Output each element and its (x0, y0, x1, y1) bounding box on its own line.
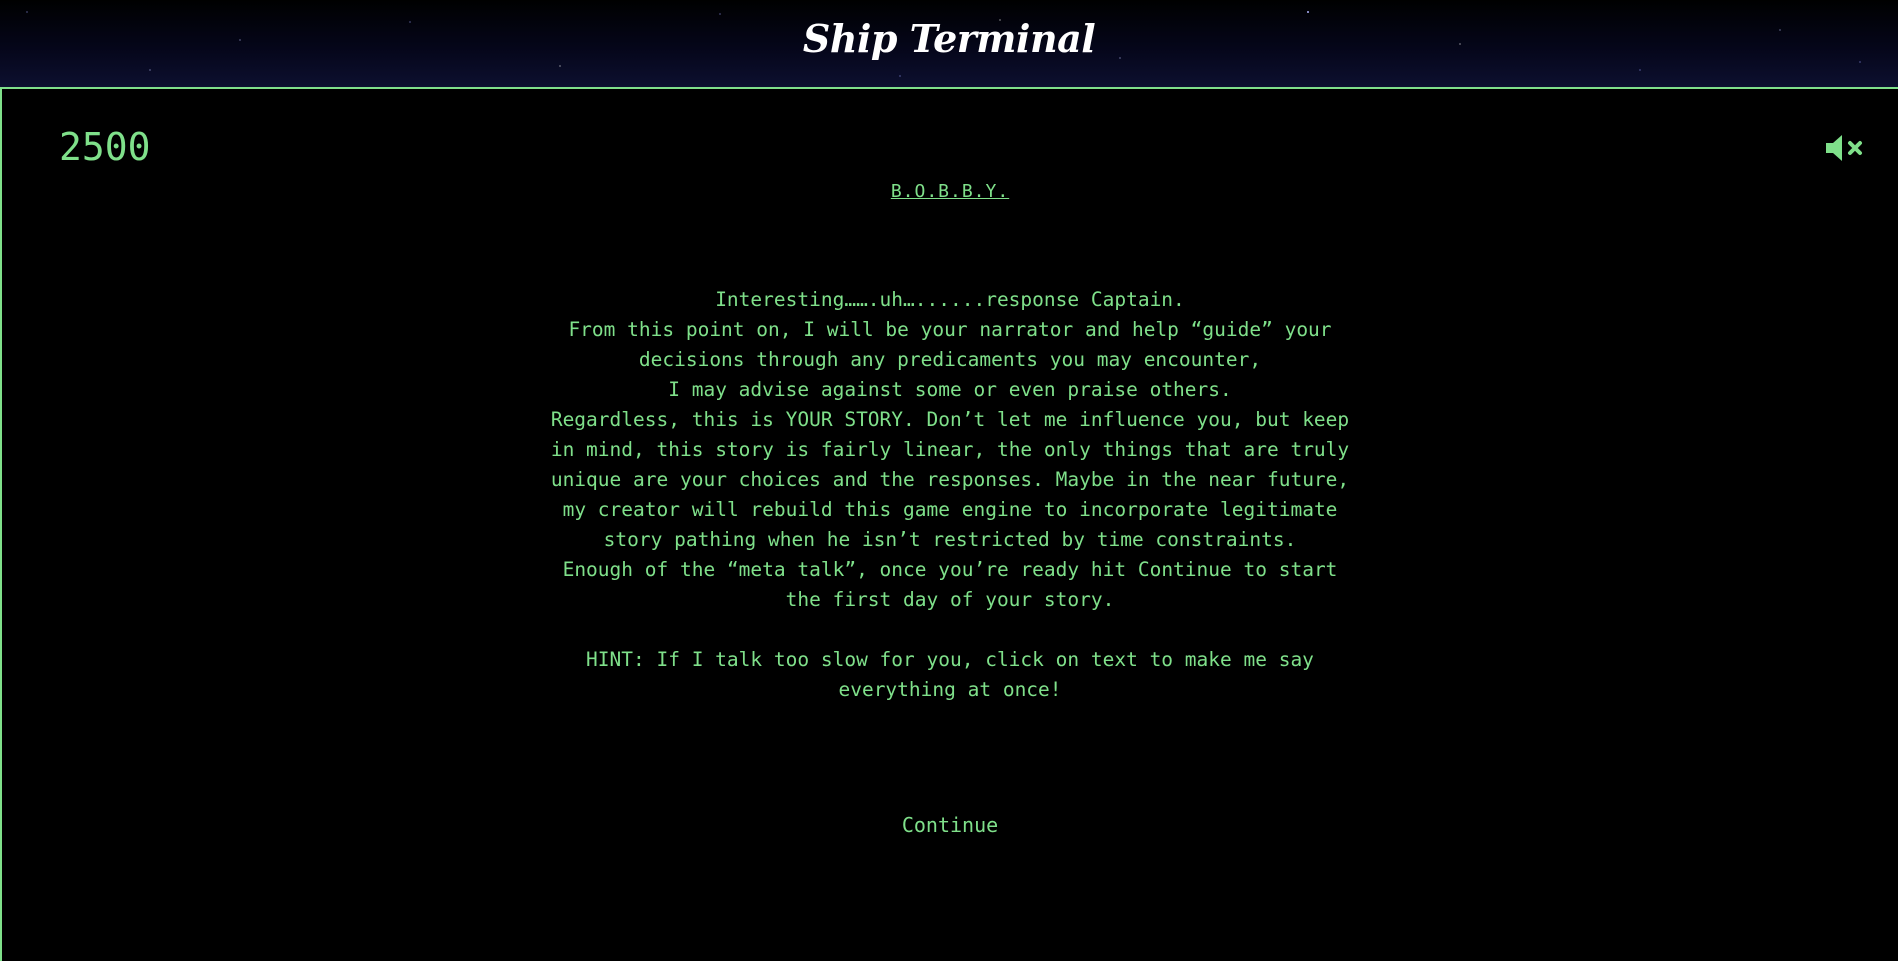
story-line: From this point on, I will be your narra… (568, 318, 1332, 371)
page-title: Ship Terminal (802, 16, 1096, 61)
speaker-muted-icon[interactable] (1824, 132, 1866, 164)
hint-text: HINT: If I talk too slow for you, click … (586, 648, 1314, 701)
header-starfield: Ship Terminal (0, 0, 1898, 88)
story-line: Enough of the “meta talk”, once you’re r… (562, 558, 1338, 611)
story-text[interactable]: Interesting…….uh…......response Captain.… (550, 285, 1350, 705)
story-line: Regardless, this is YOUR STORY. Don’t le… (550, 408, 1350, 551)
story-line: Interesting…….uh…......response Captain. (715, 288, 1185, 311)
score-counter: 2500 (59, 125, 151, 169)
continue-button[interactable]: Continue (2, 813, 1898, 837)
speaker-name: B.O.B.B.Y. (890, 181, 1010, 202)
terminal-panel: 2500 B.O.B.B.Y. Interesting…….uh…......r… (0, 87, 1898, 961)
story-line: I may advise against some or even praise… (668, 378, 1232, 401)
